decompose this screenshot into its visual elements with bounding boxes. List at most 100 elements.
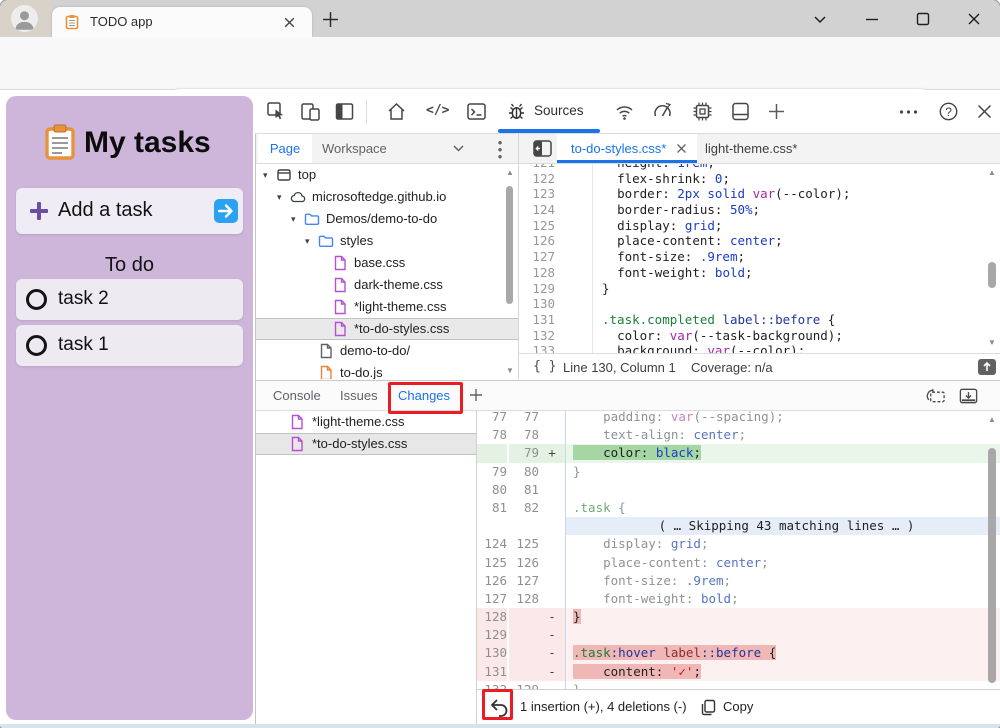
expand-arrow-icon[interactable]: ▾ — [263, 164, 276, 186]
help-icon[interactable]: ? — [938, 101, 959, 122]
editor-scrollbar-thumb[interactable] — [988, 262, 996, 288]
submit-task-button[interactable] — [214, 199, 238, 223]
editor-line-125[interactable]: 125 display: grid; — [519, 218, 1000, 234]
tree-item-dark-theme-css[interactable]: dark-theme.css — [256, 274, 518, 296]
home-icon[interactable] — [386, 101, 407, 122]
changed-file-to-do-styles-css[interactable]: *to-do-styles.css — [256, 433, 476, 455]
tree-item-demos-demo-to-do[interactable]: ▾Demos/demo-to-do — [256, 208, 518, 230]
application-icon[interactable] — [730, 101, 751, 122]
tree-item-demo-to-do[interactable]: demo-to-do/ — [256, 340, 518, 362]
tree-item-top[interactable]: ▾top — [256, 164, 518, 186]
editor-code[interactable]: 121 height: 1rem;122 flex-shrink: 0;123 … — [519, 164, 1000, 353]
pretty-print-icon[interactable]: { } — [533, 359, 556, 374]
new-line-number — [509, 608, 539, 626]
editor-line-132[interactable]: 132 color: var(--task-background); — [519, 328, 1000, 344]
browser-tab[interactable]: TODO app — [52, 7, 312, 37]
task-item[interactable]: task 1 — [16, 325, 243, 366]
tab-sources[interactable]: Sources — [496, 90, 602, 133]
profile-button[interactable] — [0, 0, 50, 37]
plus-icon — [30, 202, 48, 220]
tab-close-icon[interactable] — [282, 15, 297, 30]
editor-line-121[interactable]: 121 height: 1rem; — [519, 164, 1000, 171]
close-window-button[interactable] — [964, 10, 984, 28]
new-line-number — [509, 644, 539, 662]
add-drawer-tab-icon[interactable] — [468, 387, 484, 403]
diff-marker: - — [539, 608, 565, 626]
editor-line-127[interactable]: 127 font-size: .9rem; — [519, 249, 1000, 265]
copy-label[interactable]: Copy — [723, 699, 753, 714]
editor-line-124[interactable]: 124 border-radius: 50%; — [519, 202, 1000, 218]
diff-scroll-up-icon[interactable]: ▲ — [986, 415, 998, 425]
editor-tab-active[interactable]: to-do-styles.css* — [557, 134, 697, 163]
diff-marker — [539, 411, 565, 426]
performance-icon[interactable] — [652, 101, 673, 122]
line-number: 124 — [519, 202, 555, 218]
console-icon[interactable] — [466, 101, 487, 122]
task-checkbox[interactable] — [26, 335, 47, 356]
tree-item-light-theme-css[interactable]: *light-theme.css — [256, 296, 518, 318]
tab-page[interactable]: Page — [258, 134, 312, 163]
tree-scroll-up-icon[interactable]: ▲ — [504, 168, 516, 178]
close-devtools-icon[interactable] — [974, 101, 995, 122]
devtools-menu-icon[interactable] — [898, 108, 919, 116]
diff-marker: - — [539, 663, 565, 681]
editor-line-128[interactable]: 128 font-weight: bold; — [519, 265, 1000, 281]
web-page: My tasks Add a task To do task 2 task 1 — [0, 90, 255, 724]
more-tools-add-icon[interactable] — [766, 101, 787, 122]
add-task-form[interactable]: Add a task — [16, 188, 243, 234]
expand-arrow-icon[interactable]: ▾ — [305, 230, 318, 252]
toggle-navigator-icon[interactable] — [532, 138, 553, 159]
old-line-number: 131 — [477, 663, 507, 681]
tree-item-label: *light-theme.css — [354, 296, 446, 318]
expand-arrow-icon[interactable]: ▾ — [291, 208, 304, 230]
elements-icon[interactable]: </> — [426, 103, 452, 124]
editor-scroll-up-icon[interactable]: ▲ — [986, 168, 998, 178]
editor-line-122[interactable]: 122 flex-shrink: 0; — [519, 171, 1000, 187]
editor-line-133[interactable]: 133 background: var(--color); — [519, 343, 1000, 353]
network-icon[interactable] — [614, 101, 635, 122]
editor-line-129[interactable]: 129} — [519, 281, 1000, 297]
close-editor-tab-icon[interactable] — [675, 142, 688, 155]
tree-scroll-down-icon[interactable]: ▼ — [504, 366, 516, 376]
memory-icon[interactable] — [692, 101, 713, 122]
expand-arrow-icon[interactable]: ▾ — [277, 186, 290, 208]
sources-tab-label: Sources — [534, 103, 584, 118]
editor-tab-inactive[interactable]: light-theme.css* — [705, 141, 797, 156]
diff-marker — [539, 590, 565, 608]
panel-layout-icon[interactable] — [334, 101, 355, 122]
tree-item-to-do-js[interactable]: to-do.js — [256, 362, 518, 379]
revert-all-changes-icon[interactable] — [925, 387, 946, 405]
tab-console[interactable]: Console — [273, 388, 321, 403]
task-checkbox[interactable] — [26, 289, 47, 310]
frame-icon — [276, 167, 292, 183]
tree-item-microsoftedge-github-io[interactable]: ▾microsoftedge.github.io — [256, 186, 518, 208]
editor-scroll-down-icon[interactable]: ▼ — [986, 338, 998, 348]
diff-scrollbar-thumb[interactable] — [988, 448, 996, 683]
minimize-button[interactable] — [862, 10, 882, 28]
editor-line-126[interactable]: 126 place-content: center; — [519, 233, 1000, 249]
device-emulation-icon[interactable] — [300, 101, 321, 122]
tab-workspace[interactable]: Workspace — [322, 134, 387, 163]
changed-file-light-theme-css[interactable]: *light-theme.css — [256, 411, 476, 433]
dock-download-icon[interactable] — [958, 387, 979, 405]
tab-actions-chevron-icon[interactable] — [810, 10, 830, 28]
line-number: 121 — [519, 164, 555, 171]
tab-issues[interactable]: Issues — [340, 388, 378, 403]
navigator-menu-icon[interactable]: ••• — [492, 139, 508, 159]
chevron-down-icon[interactable] — [452, 143, 465, 154]
diff-marker — [539, 554, 565, 572]
active-tab-underline — [557, 160, 697, 163]
editor-line-131[interactable]: 131.task.completed label::before { — [519, 312, 1000, 328]
editor-line-123[interactable]: 123 border: 2px solid var(--color); — [519, 186, 1000, 202]
inspect-icon[interactable] — [266, 101, 287, 122]
tree-item-to-do-styles-css[interactable]: *to-do-styles.css — [256, 318, 518, 340]
save-file-icon[interactable] — [978, 359, 996, 375]
tree-scrollbar-thumb[interactable] — [506, 186, 513, 304]
editor-line-130[interactable]: 130 — [519, 296, 1000, 312]
maximize-button[interactable] — [913, 10, 933, 28]
tree-item-base-css[interactable]: base.css — [256, 252, 518, 274]
task-item[interactable]: task 2 — [16, 279, 243, 320]
copy-icon[interactable] — [701, 699, 716, 716]
tree-item-styles[interactable]: ▾styles — [256, 230, 518, 252]
new-tab-button[interactable] — [322, 11, 339, 28]
